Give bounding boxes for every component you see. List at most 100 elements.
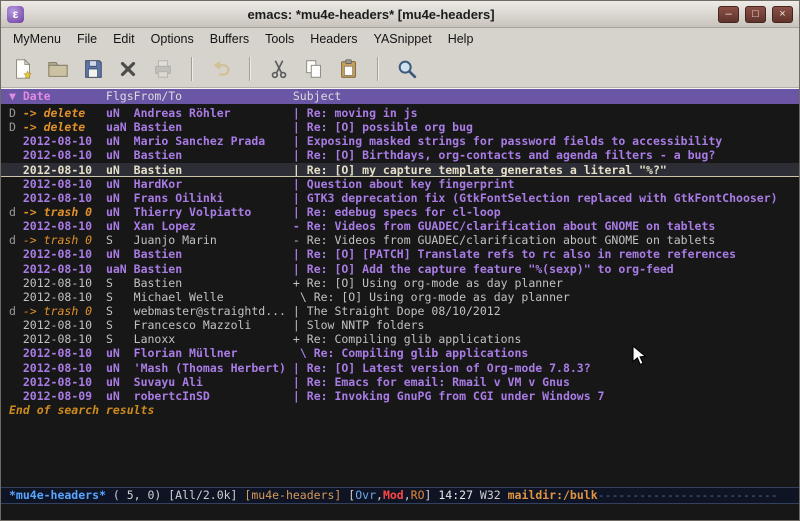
echo-area[interactable] bbox=[1, 504, 799, 520]
menu-item-tools[interactable]: Tools bbox=[257, 30, 302, 48]
menu-bar: MyMenuFileEditOptionsBuffersToolsHeaders… bbox=[1, 28, 799, 50]
message-mark: d bbox=[9, 205, 23, 219]
message-sep: | bbox=[293, 148, 307, 162]
message-row[interactable]: 2012-08-10 uN HardKor | Question about k… bbox=[1, 177, 799, 191]
message-from: webmaster@straightd... bbox=[134, 304, 293, 318]
close-button[interactable]: × bbox=[772, 6, 793, 23]
message-flags: S bbox=[106, 318, 134, 332]
modeline-buffer-name: *mu4e-headers* bbox=[9, 488, 106, 502]
message-row[interactable]: D -> delete uN Andreas Röhler | Re: movi… bbox=[1, 106, 799, 120]
message-row[interactable]: 2012-08-10 uN Frans Oilinki | GTK3 depre… bbox=[1, 191, 799, 205]
message-row[interactable]: 2012-08-10 S Michael Welle \ Re: [O] Usi… bbox=[1, 290, 799, 304]
message-from: 'Mash (Thomas Herbert) bbox=[134, 361, 293, 375]
menu-item-mymenu[interactable]: MyMenu bbox=[5, 30, 69, 48]
message-row[interactable]: 2012-08-10 S Bastien + Re: [O] Using org… bbox=[1, 276, 799, 290]
message-subject: Re: [O] Latest version of Org-mode 7.8.3… bbox=[307, 361, 591, 375]
message-mark bbox=[9, 191, 23, 205]
message-sep: | bbox=[293, 262, 307, 276]
message-flags: uaN bbox=[106, 120, 134, 134]
message-row[interactable]: 2012-08-10 uN Bastien | Re: [O] Birthday… bbox=[1, 148, 799, 162]
window-title: emacs: *mu4e-headers* [mu4e-headers] bbox=[30, 7, 712, 22]
message-date: 2012-08-10 bbox=[23, 148, 106, 162]
message-row[interactable]: 2012-08-09 uN robertcInSD | Re: Invoking… bbox=[1, 389, 799, 403]
message-sep: | bbox=[293, 134, 307, 148]
message-date: 2012-08-10 bbox=[23, 375, 106, 389]
cut-icon[interactable] bbox=[265, 55, 293, 83]
message-row[interactable]: d -> trash 0 S Juanjo Marin - Re: Videos… bbox=[1, 233, 799, 247]
open-file-icon[interactable] bbox=[44, 55, 72, 83]
kill-buffer-icon[interactable] bbox=[114, 55, 142, 83]
message-row[interactable]: 2012-08-10 uN Florian Müllner \ Re: Comp… bbox=[1, 346, 799, 360]
message-row[interactable]: 2012-08-10 S Francesco Mazzoli | Slow NN… bbox=[1, 318, 799, 332]
menu-item-yasnippet[interactable]: YASnippet bbox=[366, 30, 440, 48]
end-of-results-text: End of search results bbox=[1, 403, 799, 418]
modeline-modified-flag: Mod bbox=[383, 488, 404, 502]
message-row[interactable]: d -> trash 0 S webmaster@straightd... | … bbox=[1, 304, 799, 318]
message-row[interactable]: 2012-08-10 uN Bastien | Re: [O] [PATCH] … bbox=[1, 247, 799, 261]
menu-item-help[interactable]: Help bbox=[440, 30, 482, 48]
message-from: Juanjo Marin bbox=[134, 233, 293, 247]
message-sep: | bbox=[293, 205, 307, 219]
message-mark bbox=[9, 247, 23, 261]
message-subject: Re: [O] Add the capture feature "%(sexp)… bbox=[307, 262, 674, 276]
message-row[interactable]: 2012-08-10 uaN Bastien | Re: [O] Add the… bbox=[1, 262, 799, 276]
message-row[interactable]: 2012-08-10 uN Suvayu Ali | Re: Emacs for… bbox=[1, 375, 799, 389]
message-row[interactable]: 2012-08-10 uN 'Mash (Thomas Herbert) | R… bbox=[1, 361, 799, 375]
message-date: -> trash 0 bbox=[23, 304, 106, 318]
message-mark bbox=[9, 219, 23, 233]
message-row[interactable]: 2012-08-10 uN Bastien | Re: [O] my captu… bbox=[1, 163, 799, 177]
menu-item-options[interactable]: Options bbox=[143, 30, 202, 48]
save-icon[interactable] bbox=[79, 55, 107, 83]
message-date: -> delete bbox=[23, 120, 106, 134]
minimize-button[interactable]: – bbox=[718, 6, 739, 23]
message-date: 2012-08-09 bbox=[23, 389, 106, 403]
message-flags: uN bbox=[106, 375, 134, 389]
modeline-maildir: maildir:/bulk bbox=[508, 488, 598, 502]
sort-column-date[interactable]: ▼ Date bbox=[9, 89, 51, 103]
menu-item-edit[interactable]: Edit bbox=[105, 30, 143, 48]
message-flags: S bbox=[106, 304, 134, 318]
search-icon[interactable] bbox=[393, 55, 421, 83]
message-sep: | bbox=[293, 163, 307, 177]
message-row[interactable]: 2012-08-10 uN Xan Lopez - Re: Videos fro… bbox=[1, 219, 799, 233]
mode-line: *mu4e-headers* ( 5, 0) [All/2.0k] [mu4e-… bbox=[1, 487, 799, 504]
message-date: -> trash 0 bbox=[23, 205, 106, 219]
message-row[interactable]: D -> delete uaN Bastien | Re: [O] possib… bbox=[1, 120, 799, 134]
message-date: 2012-08-10 bbox=[23, 332, 106, 346]
menu-item-headers[interactable]: Headers bbox=[302, 30, 365, 48]
message-subject: Re: [O] Birthdays, org-contacts and agen… bbox=[307, 148, 716, 162]
message-sep: | bbox=[293, 247, 307, 261]
message-from: Suvayu Ali bbox=[134, 375, 293, 389]
print-icon bbox=[149, 55, 177, 83]
message-date: 2012-08-10 bbox=[23, 276, 106, 290]
maximize-button[interactable]: □ bbox=[745, 6, 766, 23]
copy-icon[interactable] bbox=[300, 55, 328, 83]
message-from: Lanoxx bbox=[134, 332, 293, 346]
message-mark bbox=[9, 134, 23, 148]
message-date: 2012-08-10 bbox=[23, 134, 106, 148]
message-row[interactable]: d -> trash 0 uN Thierry Volpiatto | Re: … bbox=[1, 205, 799, 219]
message-from: Florian Müllner bbox=[134, 346, 293, 360]
message-date: 2012-08-10 bbox=[23, 361, 106, 375]
message-row[interactable]: 2012-08-10 S Lanoxx + Re: Compiling glib… bbox=[1, 332, 799, 346]
modeline-comma: , bbox=[376, 488, 383, 502]
modeline-size: [All/2.0k] bbox=[168, 488, 244, 502]
message-from: robertcInSD bbox=[134, 389, 293, 403]
message-from: Bastien bbox=[134, 148, 293, 162]
message-flags: S bbox=[106, 233, 134, 247]
message-flags: uN bbox=[106, 247, 134, 261]
message-row[interactable]: 2012-08-10 uN Mario Sanchez Prada | Expo… bbox=[1, 134, 799, 148]
message-subject: Re: Invoking GnuPG from CGI under Window… bbox=[307, 389, 605, 403]
message-sep: | bbox=[293, 177, 307, 191]
new-file-icon[interactable] bbox=[9, 55, 37, 83]
message-from: Michael Welle bbox=[134, 290, 293, 304]
message-sep: | bbox=[293, 304, 307, 318]
message-subject: Re: [O] my capture template generates a … bbox=[307, 163, 667, 177]
menu-item-file[interactable]: File bbox=[69, 30, 105, 48]
menu-item-buffers[interactable]: Buffers bbox=[202, 30, 257, 48]
emacs-icon[interactable]: ε bbox=[7, 6, 24, 23]
message-flags: uN bbox=[106, 361, 134, 375]
message-mark bbox=[9, 148, 23, 162]
headers-header-line: ▼ Date FlgsFrom/To Subject bbox=[1, 89, 799, 104]
paste-icon[interactable] bbox=[335, 55, 363, 83]
